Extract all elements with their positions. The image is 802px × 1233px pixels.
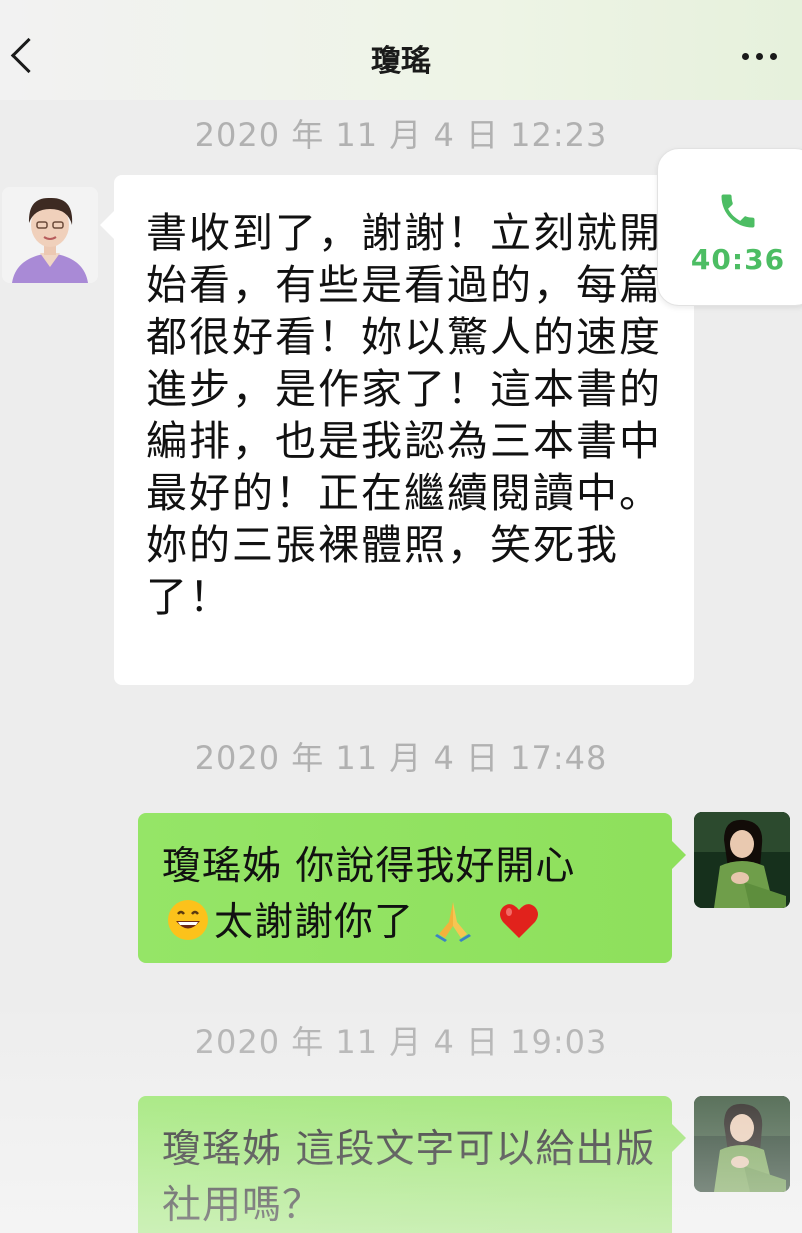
message-line: 太謝謝你了	[214, 900, 415, 945]
phone-icon	[721, 194, 755, 228]
call-duration-card[interactable]: 40:36	[657, 148, 802, 306]
call-duration-label: 40:36	[690, 243, 786, 276]
grinning-face-icon	[168, 900, 208, 940]
chat-title: 瓊瑤	[371, 44, 431, 79]
outgoing-message-text: 瓊瑤姊 你說得我好開心 太謝謝你了	[162, 839, 662, 951]
outgoing-message-text: 瓊瑤姊 這段文字可以給出版社用嗎？	[162, 1127, 656, 1228]
folded-hands-icon	[435, 902, 472, 942]
incoming-message-text: 書收到了，謝謝！立刻就開始看，有些是看過的，每篇都很好看！妳以驚人的速度進步，是…	[146, 209, 662, 621]
outgoing-message-bubble[interactable]: 瓊瑤姊 這段文字可以給出版社用嗎？	[138, 1096, 686, 1233]
message-timestamp: 2020 年 11 月 4 日 19:03	[194, 1023, 608, 1061]
avatar[interactable]	[694, 1096, 790, 1192]
chat-header: 瓊瑤	[0, 0, 802, 100]
message-timestamp: 2020 年 11 月 4 日 17:48	[194, 739, 608, 777]
outgoing-message-bubble[interactable]: 瓊瑤姊 你說得我好開心 太謝謝你了	[138, 813, 686, 963]
avatar[interactable]	[694, 812, 790, 908]
more-dots-icon[interactable]	[740, 40, 780, 70]
red-heart-icon	[499, 904, 538, 938]
message-line: 瓊瑤姊 你說得我好開心	[162, 844, 576, 889]
avatar[interactable]	[2, 187, 98, 283]
